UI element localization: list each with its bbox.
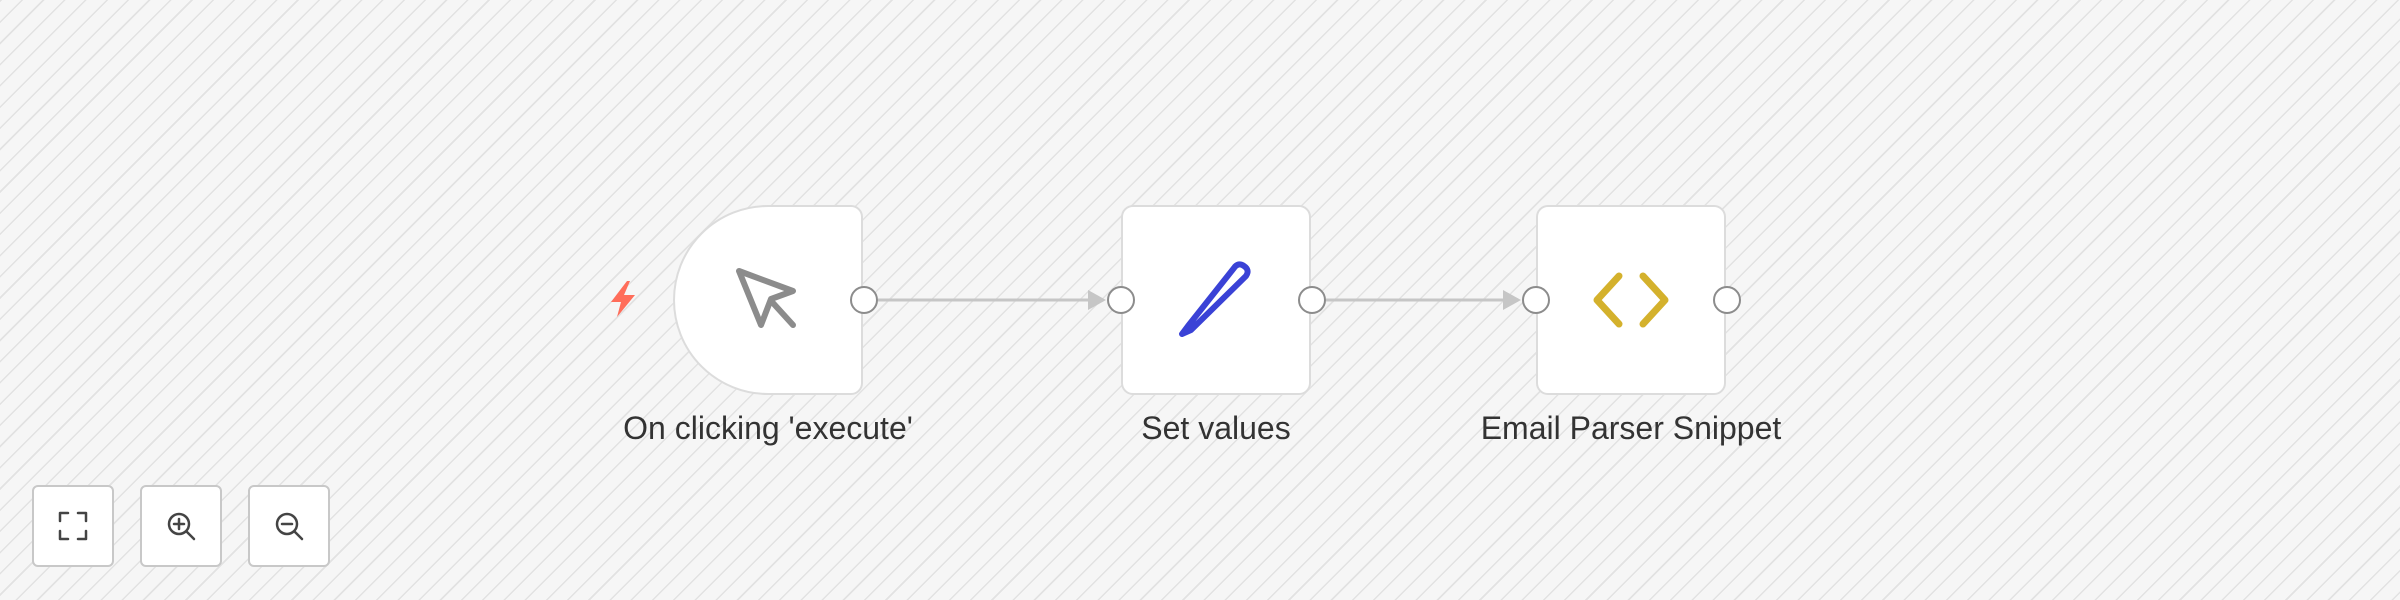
code-icon [1593,272,1669,328]
workflow-canvas[interactable]: On clicking 'execute' Set values Email P… [0,0,2400,600]
node-label: Set values [1141,410,1291,446]
zoom-in-icon [167,512,196,541]
connection-1-2[interactable] [1326,290,1521,310]
zoom-in-button[interactable] [140,485,222,567]
arrow-head-icon [1503,290,1521,310]
output-handle[interactable] [850,286,878,314]
node-label: On clicking 'execute' [623,410,913,446]
node-label: Email Parser Snippet [1480,410,1782,446]
arrow-head-icon [1088,290,1106,310]
input-handle[interactable] [1522,286,1550,314]
cursor-icon [736,268,796,328]
node-set-values[interactable] [1121,205,1311,395]
output-handle[interactable] [1713,286,1741,314]
fit-view-button[interactable] [32,485,114,567]
output-handle[interactable] [1298,286,1326,314]
zoom-out-icon [275,512,304,541]
lightning-bolt-icon [611,281,635,317]
pencil-icon [1179,261,1251,337]
input-handle[interactable] [1107,286,1135,314]
node-manual-trigger[interactable] [673,205,863,395]
expand-icon [58,511,88,541]
connection-0-1[interactable] [878,290,1106,310]
zoom-out-button[interactable] [248,485,330,567]
node-email-parser-snippet[interactable] [1536,205,1726,395]
